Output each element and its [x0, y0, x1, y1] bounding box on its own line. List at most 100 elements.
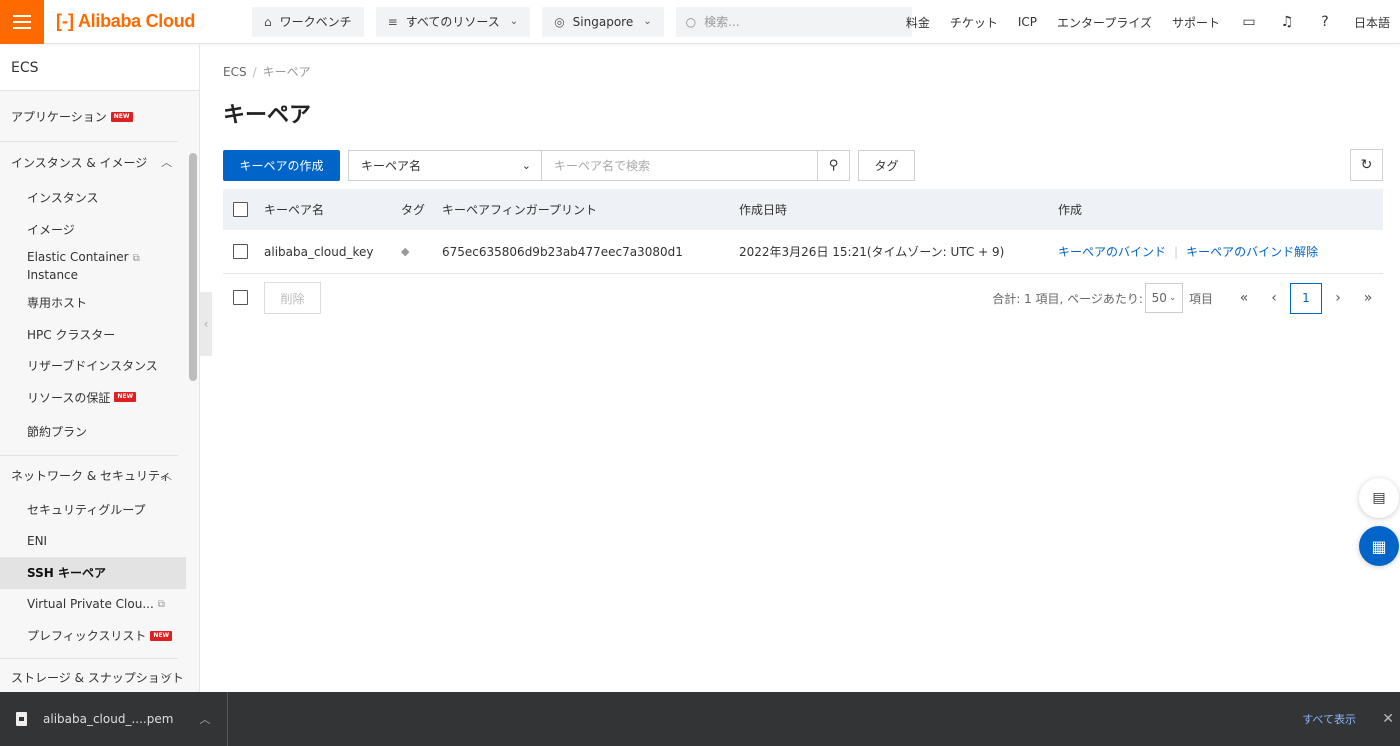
link-enterprise[interactable]: エンタープライズ — [1057, 14, 1152, 31]
refresh-icon: ↻ — [1360, 157, 1373, 173]
download-item[interactable]: alibaba_cloud_....pem ︿ — [0, 692, 228, 746]
col-header-created[interactable]: 作成日時 — [739, 201, 787, 218]
terminal-icon[interactable]: ▭ — [1240, 14, 1258, 30]
page-size-select[interactable]: 50 ⌄ — [1144, 283, 1183, 313]
chevron-down-icon: ⌄ — [509, 16, 519, 27]
hamburger-icon — [13, 13, 31, 31]
sidebar-item-label: リソースの保証 — [27, 390, 111, 405]
sidebar-item-applications[interactable]: アプリケーション NEW — [0, 92, 178, 142]
sidebar-item-prefix-list[interactable]: プレフィックスリスト NEW — [0, 620, 186, 652]
create-keypair-button[interactable]: キーペアの作成 — [223, 150, 340, 181]
row-actions: キーペアのバインド | キーペアのバインド解除 — [1058, 243, 1318, 260]
sidebar-group-storage[interactable]: ストレージ & スナップショット ﹀ — [0, 659, 186, 697]
home-icon: ⌂ — [264, 14, 272, 29]
prev-page-icon[interactable]: ‹ — [1259, 290, 1289, 306]
file-icon — [16, 712, 27, 726]
sidebar-group-label: ネットワーク & セキュリティ — [11, 468, 172, 483]
link-support[interactable]: サポート — [1172, 14, 1220, 31]
chevron-up-icon[interactable]: ︿ — [199, 711, 210, 727]
sidebar-item-label: インスタンス — [27, 191, 99, 206]
col-header-name[interactable]: キーペア名 — [264, 201, 324, 218]
sidebar-item-label: アプリケーション — [11, 110, 107, 124]
new-badge: NEW — [114, 392, 137, 403]
next-page-icon[interactable]: › — [1323, 290, 1353, 306]
sidebar-item-vpc[interactable]: Virtual Private Clou... ⧉ — [0, 589, 186, 621]
sidebar-item-label: 専用ホスト — [27, 296, 88, 311]
sidebar-group-network[interactable]: ネットワーク & セキュリティ ︿ — [0, 456, 186, 494]
sidebar-group-instances[interactable]: インスタンス & イメージ ︿ — [0, 142, 186, 182]
apps-button[interactable]: ▦ — [1359, 526, 1399, 566]
sidebar-item-eci[interactable]: Elastic Container ⧉ Instance — [0, 245, 186, 287]
link-pricing[interactable]: 料金 — [906, 14, 930, 31]
refresh-button[interactable]: ↻ — [1350, 149, 1383, 181]
tag-filter-button[interactable]: タグ — [858, 150, 915, 181]
page-size-value: 50 — [1151, 291, 1167, 305]
sidebar-item-eni[interactable]: ENI — [0, 526, 186, 558]
help-icon[interactable]: ? — [1316, 14, 1334, 30]
search-button[interactable]: ⚲ — [817, 150, 850, 181]
page-number-current[interactable]: 1 — [1290, 282, 1322, 314]
keypair-fingerprint: 675ec635806d9b23ab477eec7a3080d1 — [442, 244, 683, 259]
sidebar-item-reserved[interactable]: リザーブドインスタンス — [0, 350, 186, 382]
menu-button[interactable] — [0, 0, 44, 44]
all-resources-dropdown[interactable]: ≡ すべてのリソース ⌄ — [375, 6, 531, 37]
logo[interactable]: [-] Alibaba Cloud — [56, 11, 226, 32]
close-icon[interactable]: ✕ — [1382, 711, 1394, 727]
apps-grid-icon: ▦ — [1371, 536, 1387, 556]
chevron-down-icon: ⌄ — [1168, 293, 1177, 303]
link-tickets[interactable]: チケット — [950, 14, 998, 31]
items-label: 項目 — [1188, 291, 1213, 306]
delete-button[interactable]: 削除 — [264, 282, 321, 314]
select-all-checkbox[interactable] — [233, 202, 248, 217]
sidebar-item-label: 節約プラン — [27, 424, 88, 439]
sidebar-item-savings-plan[interactable]: 節約プラン — [0, 413, 186, 449]
sidebar-item-ssh-keypair[interactable]: SSH キーペア — [0, 557, 186, 589]
logo-text: Alibaba Cloud — [77, 11, 196, 31]
breadcrumb-ecs[interactable]: ECS — [223, 65, 247, 79]
sidebar-item-instances[interactable]: インスタンス — [0, 182, 186, 214]
chevron-left-icon: ‹ — [203, 317, 209, 331]
search-icon: ○ — [685, 14, 697, 29]
sidebar-item-hpc[interactable]: HPC クラスター — [0, 319, 186, 351]
sidebar-item-security-group[interactable]: セキュリティグループ — [0, 494, 186, 526]
keypair-table: キーペア名 タグ キーペアフィンガープリント 作成日時 作成 alibaba_c… — [223, 189, 1383, 274]
bell-icon[interactable]: ♫ — [1278, 14, 1296, 30]
show-all-downloads-link[interactable]: すべて表示 — [1302, 711, 1356, 727]
sidebar-item-resource-assurance[interactable]: リソースの保証 NEW — [0, 382, 186, 414]
region-dropdown[interactable]: ◎ Singapore ⌄ — [542, 6, 664, 37]
last-page-icon[interactable]: » — [1353, 290, 1383, 306]
chat-button[interactable]: ▤ — [1359, 478, 1399, 518]
filter-field-select[interactable]: キーペア名 ⌄ — [348, 150, 542, 181]
breadcrumb-separator: / — [252, 65, 257, 79]
sidebar-item-dedicated-hosts[interactable]: 専用ホスト — [0, 287, 186, 319]
tag-icon[interactable]: ◆ — [401, 245, 409, 258]
sidebar-scrollbar[interactable] — [189, 153, 197, 381]
breadcrumb: ECS / キーペア — [223, 63, 311, 80]
bind-keypair-link[interactable]: キーペアのバインド — [1058, 245, 1166, 259]
footer-select-all-checkbox[interactable] — [233, 290, 248, 305]
keypair-search-input[interactable]: キーペア名で検索 — [541, 150, 818, 181]
sidebar-item-label: プレフィックスリスト — [27, 629, 147, 644]
sidebar-group-label: ストレージ & スナップショット — [11, 671, 184, 685]
chevron-down-icon: ⌄ — [643, 16, 652, 27]
top-search-input[interactable]: ○ 検索... — [675, 6, 912, 37]
region-label: Singapore — [572, 14, 634, 29]
sidebar-item-label: ENI — [27, 534, 48, 549]
filter-field-value: キーペア名 — [361, 159, 422, 173]
row-checkbox[interactable] — [233, 244, 248, 259]
chevron-up-icon: ︿ — [161, 156, 172, 169]
link-icp[interactable]: ICP — [1018, 15, 1037, 29]
workbench-label: ワークベンチ — [279, 15, 352, 29]
unbind-keypair-link[interactable]: キーペアのバインド解除 — [1186, 245, 1318, 259]
sidebar-collapse-toggle[interactable]: ‹ — [200, 292, 212, 356]
sidebar: ECS アプリケーション NEW インスタンス & イメージ ︿ インスタンス … — [0, 45, 200, 692]
pagination: 合計: 1 項目, ページあたり: 50 ⌄ 項目 « ‹ 1 › » — [992, 282, 1383, 314]
sidebar-item-images[interactable]: イメージ — [0, 214, 186, 246]
chat-icon: ▤ — [1372, 490, 1386, 506]
download-filename: alibaba_cloud_....pem — [43, 712, 174, 726]
stack-icon: ≡ — [387, 14, 398, 29]
first-page-icon[interactable]: « — [1229, 290, 1259, 306]
download-bar: alibaba_cloud_....pem ︿ すべて表示 ✕ — [0, 692, 1400, 746]
workbench-button[interactable]: ⌂ ワークベンチ — [252, 6, 364, 37]
language-selector[interactable]: 日本語 — [1354, 14, 1390, 31]
